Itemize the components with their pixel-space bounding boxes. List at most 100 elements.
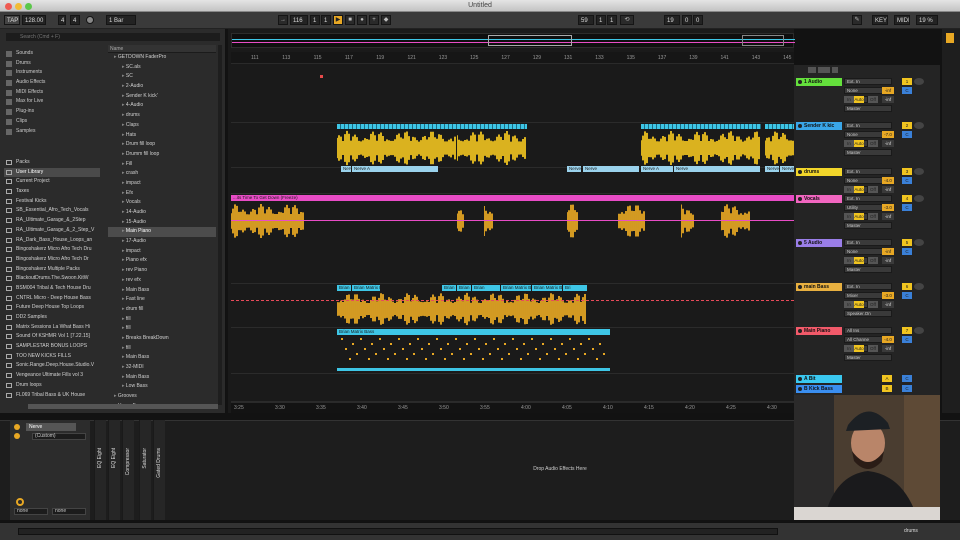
- track-lane-main-bass[interactable]: BrianBrian Matrix BassBrianBrian Matrix …: [231, 284, 794, 328]
- midi-note[interactable]: [603, 353, 606, 355]
- midi-note[interactable]: [398, 338, 400, 340]
- loop-length-beat[interactable]: 0: [682, 15, 692, 25]
- overview-viewport-secondary[interactable]: [742, 35, 784, 46]
- track-activator-button[interactable]: 1: [902, 78, 912, 85]
- monitor-off-button[interactable]: Off: [868, 213, 878, 220]
- arrangement-overview[interactable]: [231, 33, 795, 48]
- draw-mode-icon[interactable]: ✎: [852, 15, 862, 25]
- clip-header[interactable]: Brian: [442, 285, 456, 291]
- file-item[interactable]: ▸ 15-Audio: [108, 218, 216, 228]
- place-item[interactable]: Bingoshakerz Micro Afro Tech Dru: [4, 245, 100, 255]
- chain-on-icon[interactable]: [14, 433, 20, 439]
- midi-note[interactable]: [584, 353, 587, 355]
- midi-note[interactable]: [477, 348, 480, 350]
- overdub-icon[interactable]: +: [369, 15, 379, 25]
- mixer-track-name[interactable]: 1 Audio: [796, 78, 842, 86]
- solo-button[interactable]: C: [902, 385, 912, 392]
- routing-out-select[interactable]: Master: [844, 105, 892, 112]
- record-arm-icon[interactable]: [914, 195, 924, 202]
- hide-icon[interactable]: [832, 67, 838, 73]
- track-lane-vocals[interactable]: ...its Time To Get Down (Freeze): [231, 194, 794, 284]
- monitor-in-button[interactable]: In: [844, 186, 854, 193]
- place-item[interactable]: Bingoshakerz Multiple Packs: [4, 265, 100, 275]
- category-audio-effects[interactable]: Audio Effects: [4, 78, 100, 88]
- midi-note[interactable]: [363, 348, 366, 350]
- fold-track-icon[interactable]: [798, 124, 802, 128]
- place-item[interactable]: Matrix Sessions La What Bass Hi: [4, 323, 100, 333]
- file-item[interactable]: ▸ fill: [108, 324, 216, 334]
- file-item[interactable]: ▸ drums: [108, 111, 216, 121]
- midi-note[interactable]: [436, 338, 438, 340]
- place-item[interactable]: RA_Ultimate_Garage_&_2_Step_V: [4, 226, 100, 236]
- midi-note[interactable]: [432, 353, 435, 355]
- track-activator-button[interactable]: 3: [902, 168, 912, 175]
- clip-header[interactable]: Brian: [337, 285, 351, 291]
- place-item[interactable]: SB_Essential_Afro_Tech_Vocals: [4, 206, 100, 216]
- midi-note[interactable]: [443, 358, 446, 360]
- key-map-button[interactable]: KEY: [872, 15, 888, 25]
- file-item[interactable]: ▸ SC: [108, 72, 216, 82]
- volume-field[interactable]: -7.0: [882, 131, 894, 138]
- midi-note[interactable]: [352, 343, 355, 345]
- audio-clip-waveform[interactable]: [337, 292, 587, 326]
- place-item[interactable]: Bingoshakerz Micro Afro Tech Dr: [4, 255, 100, 265]
- browser-preview-bar[interactable]: [28, 404, 218, 409]
- midi-note[interactable]: [557, 358, 560, 360]
- midi-note[interactable]: [424, 358, 427, 360]
- record-arm-icon[interactable]: [914, 122, 924, 129]
- volume-field[interactable]: -inf: [882, 248, 894, 255]
- monitor-off-button[interactable]: Off: [868, 257, 878, 264]
- session-toggle-icon[interactable]: [946, 33, 954, 43]
- name-column-header[interactable]: Name: [108, 45, 216, 53]
- monitor-off-button[interactable]: Off: [868, 96, 878, 103]
- file-item[interactable]: ▸ Sender K kick': [108, 92, 216, 102]
- midi-note[interactable]: [531, 338, 533, 340]
- monitor-auto-button[interactable]: Auto: [854, 140, 864, 147]
- metronome-icon[interactable]: [86, 16, 94, 24]
- fold-track-icon[interactable]: [798, 329, 802, 333]
- meter-numerator[interactable]: 4: [58, 15, 66, 25]
- routing-in-select[interactable]: All Ins: [844, 327, 892, 334]
- category-drums[interactable]: Drums: [4, 59, 100, 69]
- volume-field[interactable]: -inf: [882, 87, 894, 94]
- mixer-track-name[interactable]: Main Piano: [796, 327, 842, 335]
- routing-in-select[interactable]: Ext. In: [844, 122, 892, 129]
- place-item[interactable]: RA_Ultimate_Garage_&_2Step: [4, 216, 100, 226]
- volume-field[interactable]: -4.0: [882, 336, 894, 343]
- midi-note[interactable]: [588, 338, 590, 340]
- midi-note[interactable]: [405, 358, 408, 360]
- mixer-track-name[interactable]: Vocals: [796, 195, 842, 203]
- routing-out-select[interactable]: Master: [844, 222, 892, 229]
- file-item[interactable]: ▸ 4-Audio: [108, 101, 216, 111]
- category-sounds[interactable]: Sounds: [4, 49, 100, 59]
- file-item[interactable]: ▸ Efx: [108, 189, 216, 199]
- audio-clip-waveform[interactable]: [484, 203, 494, 239]
- monitor-in-button[interactable]: In: [844, 96, 854, 103]
- midi-note[interactable]: [523, 343, 526, 345]
- midi-note[interactable]: [375, 353, 378, 355]
- file-item[interactable]: ▸ impact: [108, 247, 216, 257]
- device-eq-eight-2[interactable]: EQ Eight: [108, 420, 120, 520]
- loop-length-sixteenth[interactable]: 0: [693, 15, 703, 25]
- midi-note[interactable]: [576, 358, 579, 360]
- solo-button[interactable]: C: [902, 204, 912, 211]
- monitor-off-button[interactable]: Off: [868, 140, 878, 147]
- clip-header[interactable]: Bri: [563, 285, 587, 291]
- monitor-auto-button[interactable]: Auto: [854, 96, 864, 103]
- minimize-window-icon[interactable]: [15, 3, 22, 10]
- midi-note[interactable]: [466, 343, 469, 345]
- file-item[interactable]: ▸ Grooves: [108, 392, 216, 402]
- arrangement-scrollbar[interactable]: [942, 29, 960, 413]
- audio-clip-waveform[interactable]: [231, 203, 305, 239]
- audio-clip-waveform[interactable]: [457, 130, 527, 166]
- place-item[interactable]: Drum loops: [4, 381, 100, 391]
- midi-note[interactable]: [455, 338, 457, 340]
- midi-note[interactable]: [500, 358, 503, 360]
- file-item[interactable]: ▸ impact: [108, 179, 216, 189]
- file-item[interactable]: ▸ SC.als: [108, 63, 216, 73]
- device-gated-drums[interactable]: Gated Drums: [153, 420, 165, 520]
- file-item[interactable]: ▸ 32-MIDI: [108, 363, 216, 373]
- track-activator-button[interactable]: 2: [902, 122, 912, 129]
- clip-lane-strip[interactable]: [457, 124, 527, 129]
- midi-note[interactable]: [481, 358, 484, 360]
